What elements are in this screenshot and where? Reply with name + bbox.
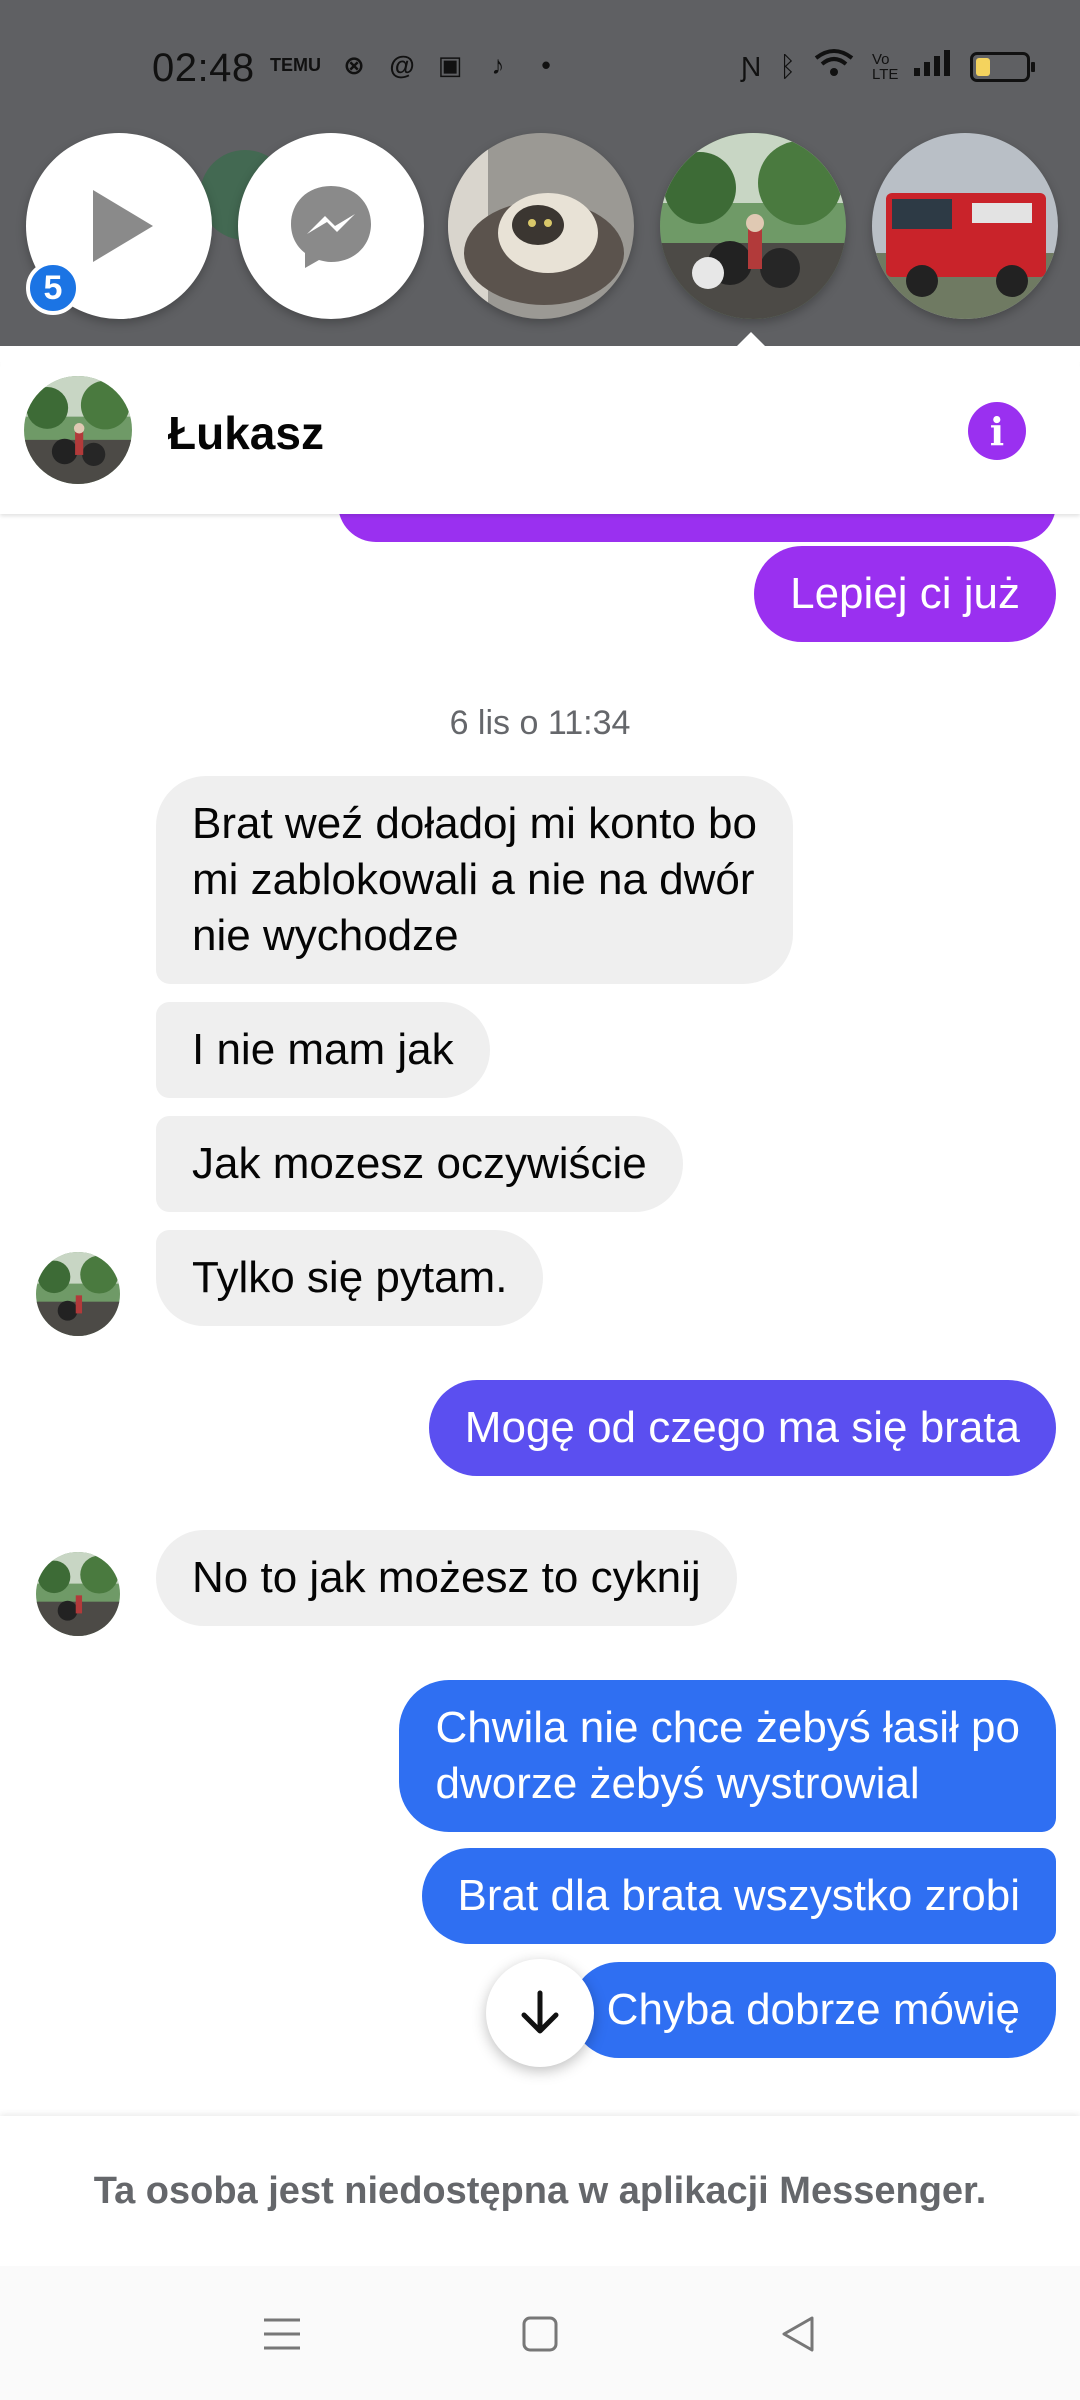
message-bubble-outgoing[interactable]: Mogę od czego ma się brata: [428, 1380, 1056, 1476]
lukasz-head[interactable]: [660, 133, 846, 319]
message-text: Jak mozesz oczywiście: [192, 1139, 647, 1188]
status-time: 02:48: [152, 46, 255, 90]
messenger-head[interactable]: [238, 133, 424, 319]
message-text: Chyba dobrze mówię: [606, 1985, 1020, 2034]
message-text: Lepiej ci już: [790, 569, 1020, 618]
sender-avatar[interactable]: [36, 1552, 120, 1636]
message-bubble-incoming[interactable]: Tylko się pytam.: [156, 1230, 544, 1326]
contact-name[interactable]: Łukasz: [168, 406, 324, 460]
fire-truck-head[interactable]: [872, 133, 1058, 319]
more-dot-icon: •: [541, 50, 551, 80]
temu-icon: TEMU: [270, 55, 321, 75]
message-text: Brat dla brata wszystko zrobi: [457, 1871, 1020, 1920]
message-text: No to jak możesz to cyknij: [192, 1553, 701, 1602]
cat-photo: [448, 133, 634, 319]
message-text: Tylko się pytam.: [192, 1253, 508, 1302]
unavailable-notice: Ta osoba jest niedostępna w aplikacji Me…: [93, 2169, 987, 2212]
message-line: mi zablokowali a nie na dwór: [192, 855, 755, 904]
message-bubble-incoming[interactable]: I nie mam jak: [156, 1002, 490, 1098]
signal-icon: [912, 48, 952, 85]
message-bubble-outgoing[interactable]: Chwila nie chce żebyś łasił po dworze że…: [399, 1680, 1056, 1832]
cat-photo-head[interactable]: [448, 133, 634, 319]
sender-avatar[interactable]: [36, 1252, 120, 1336]
back-button[interactable]: [768, 2306, 828, 2362]
arrow-down-icon: [521, 1990, 559, 2034]
message-text: Mogę od czego ma się brata: [464, 1403, 1020, 1452]
crossed-app-icon: ⊗: [343, 50, 365, 80]
app-icon: ▣: [437, 50, 463, 80]
message-text: I nie mam jak: [192, 1025, 454, 1074]
menu-button[interactable]: [252, 2306, 312, 2362]
back-icon: [782, 2316, 814, 2352]
conversation-panel: Łukasz i Lepiej ci już 6 lis o 11:34 Bra…: [0, 346, 1080, 2266]
home-button[interactable]: [510, 2306, 570, 2362]
bikers-photo: [36, 1252, 120, 1336]
message-bubble-incoming[interactable]: No to jak możesz to cyknij: [156, 1530, 737, 1626]
menu-icon: [264, 2318, 300, 2350]
fire-truck-photo: [872, 133, 1058, 319]
bikers-photo: [660, 133, 846, 319]
system-icons: Ɲ ᛒ Vo LTE: [740, 48, 1035, 85]
unread-badge: 5: [26, 261, 80, 315]
info-icon: i: [989, 408, 1005, 454]
message-line: nie wychodze: [192, 911, 459, 960]
wifi-icon: [814, 48, 854, 85]
status-bar: 02:48 TEMU ⊗ @ ▣ ♪ • Ɲ ᛒ Vo LTE: [0, 0, 1080, 130]
message-line: Brat weź doładoj mi konto bo: [192, 799, 757, 848]
contact-avatar[interactable]: [24, 376, 132, 484]
volte-label: Vo LTE: [872, 50, 899, 83]
messenger-icon: [291, 186, 371, 268]
timestamp: 6 lis o 11:34: [449, 704, 631, 742]
unavailable-notice-bar: Ta osoba jest niedostępna w aplikacji Me…: [0, 2116, 1080, 2266]
play-icon: [93, 190, 153, 262]
home-icon: [522, 2316, 558, 2352]
message-list[interactable]: Lepiej ci już 6 lis o 11:34 Brat weź doł…: [0, 346, 1080, 2116]
message-bubble-outgoing[interactable]: Lepiej ci już: [754, 546, 1056, 642]
conversation-header: Łukasz i: [0, 346, 1080, 514]
tiktok-icon: ♪: [491, 50, 505, 80]
info-button[interactable]: i: [968, 402, 1026, 460]
message-line: dworze żebyś wystrowial: [435, 1759, 920, 1808]
scroll-to-bottom-button[interactable]: [486, 1959, 594, 2067]
notification-icons: TEMU ⊗ @ ▣ ♪ •: [270, 50, 561, 81]
system-navigation-bar: [0, 2266, 1080, 2400]
chat-heads-row: 5: [0, 133, 1080, 319]
battery-icon: [970, 51, 1035, 82]
messenger-lite-icon: @: [389, 50, 415, 80]
bikers-photo: [24, 376, 132, 484]
nfc-icon: Ɲ: [740, 50, 762, 82]
message-bubble-outgoing[interactable]: Brat dla brata wszystko zrobi: [421, 1848, 1056, 1944]
message-line: Chwila nie chce żebyś łasił po: [435, 1703, 1020, 1752]
message-bubble-incoming[interactable]: Jak mozesz oczywiście: [156, 1116, 683, 1212]
bikers-photo: [36, 1552, 120, 1636]
message-bubble-incoming[interactable]: Brat weź doładoj mi konto bo mi zablokow…: [156, 776, 793, 984]
bluetooth-icon: ᛒ: [779, 50, 796, 82]
message-bubble-outgoing[interactable]: Chyba dobrze mówię: [570, 1962, 1056, 2058]
